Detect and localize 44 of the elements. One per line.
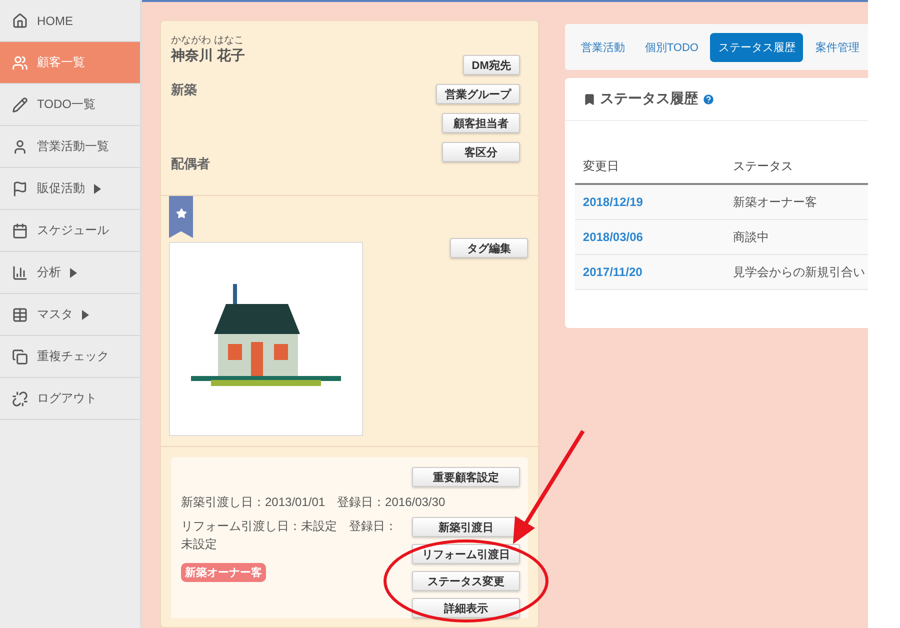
tab[interactable]: 個別TODO — [636, 32, 706, 62]
spouse-label: 配偶者 — [171, 155, 211, 173]
date-link[interactable]: 2017/11/20 — [582, 265, 733, 279]
new-build-dates: 新築引渡し日：2013/01/01 登録日：2016/03/30 — [181, 494, 446, 511]
star-icon — [176, 208, 186, 219]
detail-action-button[interactable]: 新築引渡日 — [412, 517, 520, 537]
menu-item-icon — [12, 348, 28, 364]
status-cell-text: 見学会からの新規引合い — [732, 264, 866, 280]
status-cell-text: 新築オーナー客 — [732, 194, 818, 210]
menu-item-icon — [12, 264, 28, 280]
date-link[interactable]: 2018/03/06 — [582, 230, 733, 244]
menu-item-icon — [12, 390, 28, 406]
tab[interactable]: 案件管理 — [807, 32, 868, 62]
customer-action-button[interactable]: 顧客担当者 — [442, 113, 520, 133]
menu-item-icon — [12, 138, 28, 154]
customer-action-button[interactable]: DM宛先 — [462, 55, 520, 75]
customer-name: 神奈川 花子 — [171, 47, 245, 65]
help-icon[interactable] — [702, 92, 715, 106]
customer-category: 新築 — [171, 81, 198, 99]
column-header: ステータス — [732, 158, 794, 174]
tab[interactable]: ステータス履歴 — [710, 32, 804, 62]
bookmark-icon — [582, 92, 596, 106]
menu-item-icon — [12, 12, 28, 28]
important-customer-button[interactable]: 重要顧客設定 — [412, 467, 520, 487]
customer-kana: かながわ はなこ — [171, 34, 245, 47]
customer-action-button[interactable]: 営業グループ — [436, 84, 520, 104]
customer-action-button[interactable]: 客区分 — [442, 142, 520, 162]
panel-title: ステータス履歴 — [600, 90, 698, 108]
detail-action-button[interactable]: リフォーム引渡日 — [412, 544, 520, 564]
date-link[interactable]: 2018/12/19 — [582, 195, 733, 209]
menu-item-icon — [12, 96, 28, 112]
tag-edit-button[interactable]: タグ編集 — [450, 238, 528, 258]
detail-action-button[interactable]: ステータス変更 — [412, 571, 520, 591]
favorite-ribbon[interactable] — [169, 196, 193, 238]
column-header: 変更日 — [582, 158, 620, 174]
menu-item-icon — [12, 180, 28, 196]
tab[interactable]: 営業活動 — [572, 32, 633, 62]
menu-item-icon — [12, 54, 28, 70]
status-badge: 新築オーナー客 — [181, 563, 266, 582]
reform-dates: リフォーム引渡し日：未設定 登録日：未設定 — [181, 518, 398, 553]
menu-item-icon — [12, 306, 28, 322]
detail-action-button[interactable]: 詳細表示 — [412, 598, 520, 618]
menu-item-icon — [12, 222, 28, 238]
status-cell-text: 商談中 — [732, 228, 770, 246]
